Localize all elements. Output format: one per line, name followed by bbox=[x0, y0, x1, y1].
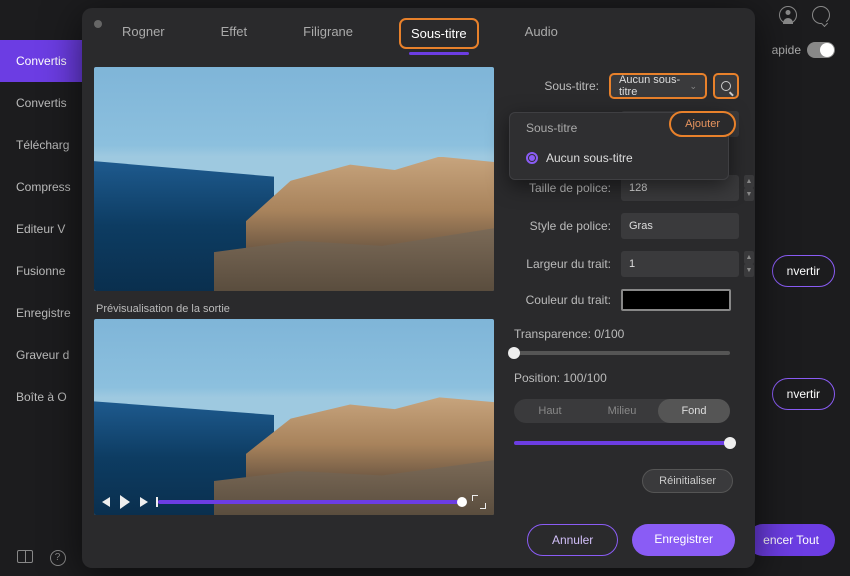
tab-filigrane[interactable]: Filigrane bbox=[293, 18, 363, 49]
font-style-select[interactable]: Gras bbox=[621, 213, 739, 239]
tab-sous-titre[interactable]: Sous-titre bbox=[399, 18, 479, 49]
sidebar: Convertis Convertis Télécharg Compress E… bbox=[0, 40, 82, 418]
window-close-dot[interactable] bbox=[94, 20, 102, 28]
chevron-down-icon: ⌄ bbox=[689, 81, 697, 92]
preview-original bbox=[94, 67, 494, 291]
seg-milieu[interactable]: Milieu bbox=[586, 399, 658, 423]
tab-rogner[interactable]: Rogner bbox=[112, 18, 175, 49]
subtitle-label: Sous-titre: bbox=[544, 79, 599, 93]
prev-frame-button[interactable] bbox=[102, 497, 110, 507]
dd-item-none[interactable]: Aucun sous-titre bbox=[520, 145, 718, 171]
prev-icon bbox=[102, 497, 110, 507]
subtitle-modal: Rogner Effet Filigrane Sous-titre Audio … bbox=[82, 8, 755, 568]
start-all-button[interactable]: encer Tout bbox=[747, 524, 835, 556]
position-label: Position: 100/100 bbox=[514, 371, 739, 385]
rapide-label: apide bbox=[772, 43, 801, 57]
seg-fond[interactable]: Fond bbox=[658, 399, 730, 423]
font-size-stepper[interactable]: ▲▼ bbox=[742, 175, 754, 201]
transparency-slider[interactable] bbox=[514, 351, 730, 355]
position-slider[interactable] bbox=[514, 441, 730, 445]
font-size-label: Taille de police: bbox=[529, 181, 611, 195]
stroke-color-swatch[interactable] bbox=[621, 289, 731, 311]
sidebar-item-editeur[interactable]: Editeur V bbox=[0, 208, 82, 250]
convert-button[interactable]: nvertir bbox=[772, 378, 835, 410]
next-frame-button[interactable] bbox=[140, 497, 148, 507]
seek-slider[interactable] bbox=[158, 500, 462, 504]
add-subtitle-button[interactable]: Ajouter bbox=[669, 111, 736, 137]
position-segment: Haut Milieu Fond bbox=[514, 399, 730, 423]
search-icon bbox=[721, 81, 731, 91]
help-icon[interactable]: ? bbox=[50, 550, 66, 566]
stroke-color-label: Couleur du trait: bbox=[526, 293, 611, 307]
next-icon bbox=[140, 497, 148, 507]
tab-audio[interactable]: Audio bbox=[515, 18, 568, 49]
fullscreen-icon bbox=[472, 495, 486, 509]
subtitle-dropdown[interactable]: Aucun sous-titre ⌄ bbox=[609, 73, 707, 99]
seg-haut[interactable]: Haut bbox=[514, 399, 586, 423]
font-style-label: Style de police: bbox=[530, 219, 611, 233]
search-subtitle-button[interactable] bbox=[713, 73, 739, 99]
stroke-width-label: Largeur du trait: bbox=[526, 257, 611, 271]
tabs: Rogner Effet Filigrane Sous-titre Audio bbox=[82, 18, 755, 55]
sidebar-item-fusionne[interactable]: Fusionne bbox=[0, 250, 82, 292]
sidebar-item-convertis2[interactable]: Convertis bbox=[0, 82, 82, 124]
cancel-button[interactable]: Annuler bbox=[527, 524, 618, 556]
sidebar-item-compress[interactable]: Compress bbox=[0, 166, 82, 208]
fullscreen-button[interactable] bbox=[472, 495, 486, 509]
avatar-icon[interactable] bbox=[779, 6, 797, 24]
sidebar-item-telecharg[interactable]: Télécharg bbox=[0, 124, 82, 166]
play-icon bbox=[120, 495, 130, 509]
chat-icon[interactable] bbox=[812, 6, 830, 24]
reset-button[interactable]: Réinitialiser bbox=[642, 469, 733, 493]
radio-on-icon bbox=[526, 152, 538, 164]
convert-button[interactable]: nvertir bbox=[772, 255, 835, 287]
stroke-width-stepper[interactable]: ▲▼ bbox=[742, 251, 754, 277]
play-button[interactable] bbox=[120, 495, 130, 509]
sidebar-item-boite[interactable]: Boîte à O bbox=[0, 376, 82, 418]
transparency-label: Transparence: 0/100 bbox=[514, 327, 739, 341]
book-icon[interactable] bbox=[17, 550, 33, 563]
save-button[interactable]: Enregistrer bbox=[632, 524, 735, 556]
stroke-width-input[interactable]: 1 ▲▼ bbox=[621, 251, 739, 277]
rapide-toggle[interactable] bbox=[807, 42, 835, 58]
sidebar-item-enregistre[interactable]: Enregistre bbox=[0, 292, 82, 334]
preview-output-label: Prévisualisation de la sortie bbox=[96, 303, 494, 315]
sidebar-item-graveur[interactable]: Graveur d bbox=[0, 334, 82, 376]
subtitle-dropdown-menu: Ajouter Sous-titre Aucun sous-titre bbox=[509, 112, 729, 180]
tab-effet[interactable]: Effet bbox=[211, 18, 258, 49]
sidebar-item-convertis[interactable]: Convertis bbox=[0, 40, 82, 82]
preview-output bbox=[94, 319, 494, 515]
